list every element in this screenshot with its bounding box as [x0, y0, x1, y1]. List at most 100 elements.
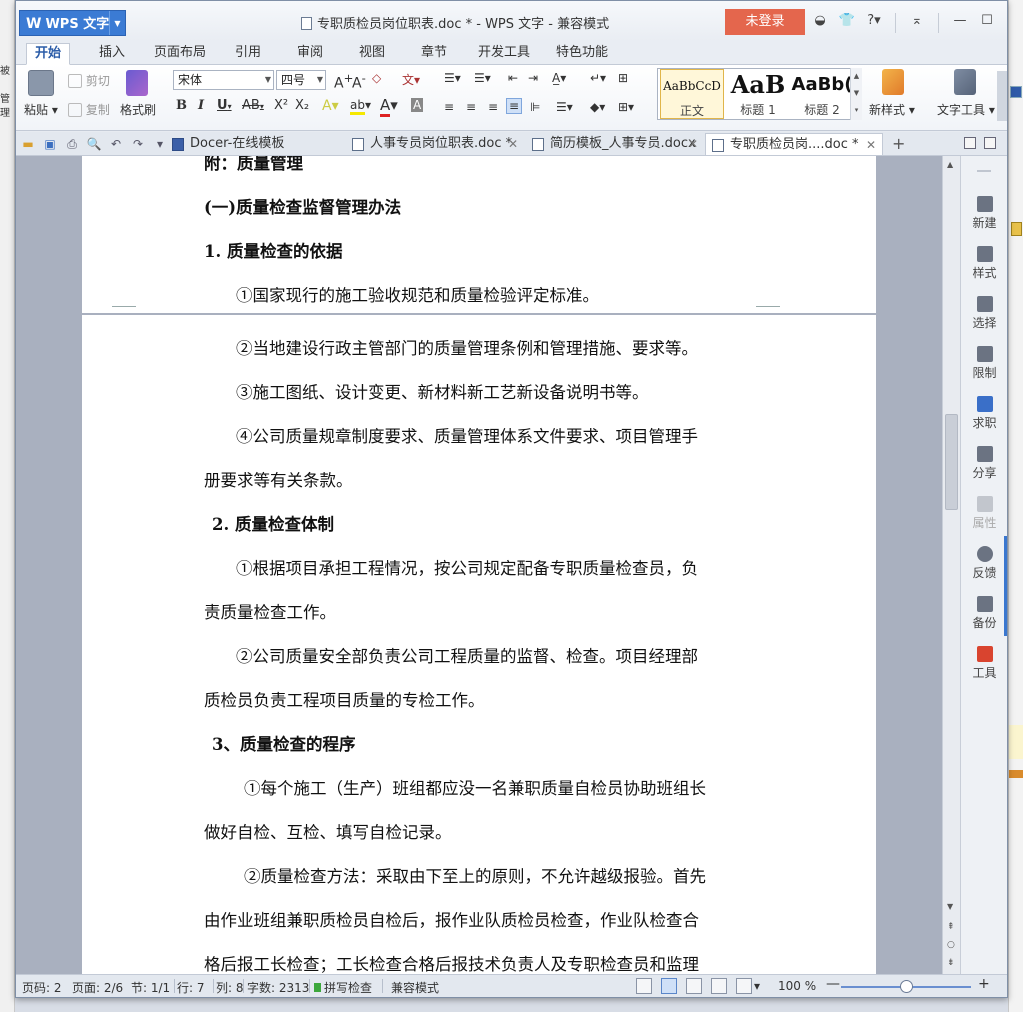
pane-collapse-handle[interactable]: [1004, 536, 1007, 636]
login-button[interactable]: 未登录: [725, 9, 805, 35]
font-size-select[interactable]: 四号 ▼: [276, 70, 326, 90]
grow-font-button[interactable]: A+: [334, 71, 353, 92]
new-tab-icon[interactable]: +: [892, 134, 905, 153]
scroll-up-icon[interactable]: ▲: [947, 160, 953, 169]
numbering-icon[interactable]: ☰▾: [474, 71, 491, 85]
shrink-font-button[interactable]: A-: [352, 71, 366, 92]
style-heading-2[interactable]: AaBb( 标题 2: [790, 69, 854, 119]
superscript-button[interactable]: X²: [274, 98, 288, 113]
side-item-restrict[interactable]: 限制: [961, 346, 1007, 381]
document-canvas[interactable]: 附：质量管理 (一)质量检查监督管理办法 1. 质量检查的依据 ①国家现行的施工…: [16, 156, 942, 974]
tab-chapter[interactable]: 章节: [414, 43, 454, 65]
borders-icon[interactable]: ⊞▾: [618, 100, 634, 114]
minimize-icon[interactable]: —: [951, 11, 969, 31]
next-page-icon[interactable]: ⇟: [947, 958, 955, 968]
font-name-select[interactable]: 宋体 ▼: [173, 70, 274, 90]
paste-button[interactable]: 粘贴 ▾: [24, 101, 58, 118]
paste-icon[interactable]: [28, 70, 54, 96]
char-shading-icon[interactable]: A: [411, 98, 424, 112]
full-screen-view-icon[interactable]: [636, 978, 652, 994]
paragraph-shading-icon[interactable]: ◆▾: [590, 100, 605, 114]
tab-special-features[interactable]: 特色功能: [552, 43, 612, 65]
strikethrough-button[interactable]: AB▾: [242, 98, 264, 113]
line-spacing-icon[interactable]: ☰▾: [556, 100, 573, 114]
italic-button[interactable]: I: [198, 98, 204, 113]
align-center-icon[interactable]: ≡: [466, 100, 476, 114]
close-tab-icon[interactable]: ✕: [866, 134, 876, 156]
underline-button[interactable]: U▾: [217, 98, 232, 113]
chevron-down-icon[interactable]: ▼: [109, 11, 125, 35]
copy-button[interactable]: 复制: [68, 101, 110, 118]
doc-tab-quality-inspector[interactable]: 专职质检员岗....doc * ✕: [705, 133, 883, 155]
redo-icon[interactable]: ↷: [130, 136, 146, 152]
zoom-out-icon[interactable]: —: [826, 976, 840, 992]
outline-view-icon[interactable]: [686, 978, 702, 994]
page-view-icon[interactable]: [661, 978, 677, 994]
tab-view[interactable]: 视图: [352, 43, 392, 65]
doc-tab-hr-specialist[interactable]: 人事专员岗位职表.doc * ✕: [346, 133, 524, 155]
side-item-job[interactable]: 求职: [961, 396, 1007, 431]
save-icon[interactable]: ▣: [42, 136, 58, 152]
tab-list-icon[interactable]: [984, 137, 996, 149]
side-item-backup[interactable]: 备份: [961, 596, 1007, 631]
web-view-icon[interactable]: [711, 978, 727, 994]
side-item-new[interactable]: 新建: [961, 196, 1007, 231]
clear-format-icon[interactable]: ◇: [372, 71, 381, 85]
close-icon[interactable]: ✕: [1005, 11, 1007, 31]
help-icon[interactable]: ?▾: [865, 11, 883, 31]
zoom-level[interactable]: 100 %: [778, 979, 816, 993]
font-color-button[interactable]: A▾: [380, 96, 398, 117]
zoom-in-icon[interactable]: +: [978, 976, 990, 992]
format-painter-icon[interactable]: [126, 70, 148, 96]
status-pages[interactable]: 页面: 2/6: [72, 979, 123, 996]
status-word-count[interactable]: 字数: 2313: [247, 979, 309, 996]
align-left-icon[interactable]: ≡: [444, 100, 454, 114]
document-page-2[interactable]: ②当地建设行政主管部门的质量管理条例和管理措施、要求等。 ③施工图纸、设计变更、…: [82, 315, 876, 974]
zoom-slider-thumb[interactable]: [900, 980, 913, 993]
shirt-icon[interactable]: 👕: [838, 11, 856, 31]
justify-icon[interactable]: ≡: [506, 98, 523, 114]
bold-button[interactable]: B: [176, 98, 187, 113]
maximize-icon[interactable]: ☐: [978, 11, 996, 31]
highlight-button[interactable]: ab▾: [350, 98, 371, 115]
distributed-icon[interactable]: ⊫: [530, 100, 540, 114]
chevron-down-icon[interactable]: ▾: [754, 979, 760, 993]
side-item-feedback[interactable]: 反馈: [961, 546, 1007, 581]
restore-tabs-icon[interactable]: [964, 137, 976, 149]
close-tab-icon[interactable]: ✕: [688, 133, 698, 155]
scroll-down-icon[interactable]: ▼: [947, 902, 953, 911]
ribbon-scroll[interactable]: [997, 71, 1007, 121]
doc-tab-docer[interactable]: Docer-在线模板: [166, 133, 326, 155]
side-item-tools[interactable]: 工具: [961, 646, 1007, 681]
side-item-select[interactable]: 选择: [961, 296, 1007, 331]
increase-indent-icon[interactable]: ⇥: [528, 71, 538, 85]
spell-check-toggle[interactable]: 拼写检查: [314, 979, 372, 996]
subscript-button[interactable]: X₂: [295, 98, 309, 113]
text-effect-icon[interactable]: A▾: [322, 98, 339, 114]
decrease-indent-icon[interactable]: ⇤: [508, 71, 518, 85]
open-folder-icon[interactable]: ▬: [20, 136, 36, 152]
table-icon[interactable]: ⊞: [618, 71, 628, 85]
document-page-1[interactable]: 附：质量管理 (一)质量检查监督管理办法 1. 质量检查的依据 ①国家现行的施工…: [82, 156, 876, 313]
style-normal[interactable]: AaBbCcD 正文: [660, 69, 724, 119]
collapse-ribbon-icon[interactable]: ⌅: [908, 11, 926, 31]
tab-review[interactable]: 审阅: [290, 43, 330, 65]
style-heading-1[interactable]: AaB 标题 1: [726, 69, 790, 119]
reading-view-icon[interactable]: [736, 978, 752, 994]
tab-home[interactable]: 开始: [26, 43, 70, 65]
cut-button[interactable]: 剪切: [68, 72, 110, 89]
undo-icon[interactable]: ↶: [108, 136, 124, 152]
bullets-icon[interactable]: ☰▾: [444, 71, 461, 85]
app-menu-button[interactable]: W WPS 文字 ▼: [19, 10, 126, 36]
text-tools-button[interactable]: 文字工具 ▾: [937, 101, 995, 118]
vertical-scrollbar[interactable]: ▲ ▼ ⇞ ○ ⇟: [942, 156, 960, 974]
browse-object-icon[interactable]: ○: [947, 940, 955, 950]
print-preview-icon[interactable]: 🔍: [86, 136, 102, 152]
previous-page-icon[interactable]: ⇞: [947, 922, 955, 932]
tab-references[interactable]: 引用: [228, 43, 268, 65]
doc-tab-resume[interactable]: 简历模板_人事专员.docx ✕: [526, 133, 702, 155]
tab-page-layout[interactable]: 页面布局: [150, 43, 210, 65]
print-icon[interactable]: ⎙: [64, 136, 80, 152]
style-gallery-scroll[interactable]: ▲ ▼ ▾: [850, 68, 862, 120]
scrollbar-thumb[interactable]: [945, 414, 958, 510]
